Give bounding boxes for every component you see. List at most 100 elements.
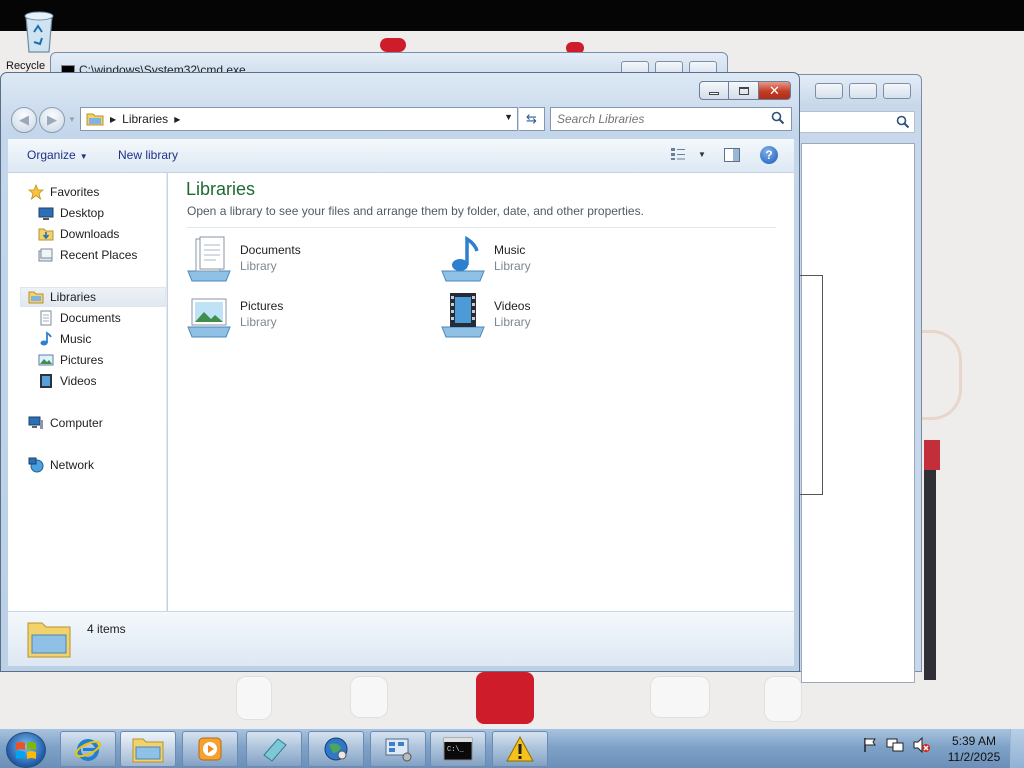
search-icon xyxy=(896,115,910,129)
close-icon: ✕ xyxy=(769,82,780,98)
help-button[interactable]: ? xyxy=(760,146,778,164)
maximize-button[interactable] xyxy=(729,81,759,100)
library-name: Documents xyxy=(240,243,301,257)
taskbar-windows-explorer[interactable] xyxy=(120,731,176,767)
videos-library-icon xyxy=(441,293,485,338)
breadcrumb-separator-icon[interactable]: ▶ xyxy=(110,115,116,124)
new-library-label: New library xyxy=(118,148,179,162)
recycle-bin-label: Recycle xyxy=(6,60,46,72)
nav-item-label: Desktop xyxy=(60,206,105,220)
forward-arrow-icon: ▶ xyxy=(47,112,57,127)
nav-item-videos[interactable]: Videos xyxy=(38,371,96,391)
preview-pane-button[interactable] xyxy=(724,148,740,162)
address-bar[interactable]: ▶ Libraries ▶ ▼ xyxy=(80,107,518,131)
libraries-folder-icon xyxy=(28,291,44,304)
refresh-button[interactable]: ⇆ xyxy=(519,107,545,131)
nav-item-desktop[interactable]: Desktop xyxy=(38,203,104,223)
taskbar-warning[interactable] xyxy=(492,731,548,767)
library-tile-music[interactable]: Music Library xyxy=(440,235,680,285)
system-tray xyxy=(862,737,930,753)
nav-favorites-label: Favorites xyxy=(50,185,100,199)
taskbar-notepad[interactable] xyxy=(246,731,302,767)
music-note-icon xyxy=(40,331,52,346)
nav-item-downloads[interactable]: Downloads xyxy=(38,224,119,244)
page-subtitle: Open a library to see your files and arr… xyxy=(187,204,644,218)
search-box[interactable] xyxy=(550,107,792,131)
notepad-icon xyxy=(263,738,287,762)
taskbar-media-player[interactable] xyxy=(182,731,238,767)
nav-item-recent-places[interactable]: Recent Places xyxy=(38,245,137,265)
breadcrumb-expand-icon[interactable]: ▶ xyxy=(174,115,180,124)
change-view-button[interactable]: ▼ xyxy=(670,147,706,161)
nav-item-label: Documents xyxy=(60,311,121,325)
nav-computer-label: Computer xyxy=(50,416,103,430)
minimize-button[interactable] xyxy=(699,81,729,100)
show-desktop-button[interactable] xyxy=(1010,729,1024,768)
search-icon xyxy=(771,111,785,125)
nav-libraries[interactable]: Libraries xyxy=(20,287,166,307)
volume-muted-icon[interactable] xyxy=(912,737,930,753)
search-input[interactable] xyxy=(557,109,767,129)
network-status-icon[interactable] xyxy=(886,737,904,753)
taskbar-control-panel[interactable] xyxy=(370,731,426,767)
page-title: Libraries xyxy=(186,179,256,199)
taskbar-command-prompt[interactable]: C:\_ xyxy=(430,731,486,767)
library-tile-pictures[interactable]: Pictures Library xyxy=(186,291,426,341)
item-count: 4 items xyxy=(87,622,126,636)
breadcrumb-libraries[interactable]: Libraries xyxy=(122,112,168,126)
content-pane: Libraries Open a library to see your fil… xyxy=(168,173,794,611)
library-tile-documents[interactable]: Documents Library xyxy=(186,235,426,285)
chevron-down-icon[interactable]: ▼ xyxy=(698,150,706,159)
nav-item-music[interactable]: Music xyxy=(38,329,91,349)
recent-pages-dropdown[interactable]: ▼ xyxy=(68,115,76,124)
nav-item-label: Pictures xyxy=(60,353,104,367)
windows-explorer-icon xyxy=(132,738,164,763)
documents-icon xyxy=(40,310,52,326)
back-button[interactable]: ◀ xyxy=(11,107,37,133)
bg-window-search-box[interactable] xyxy=(799,111,915,133)
navigation-bar: ◀ ▶ ▼ ▶ Libraries ▶ ▼ ⇆ xyxy=(9,105,793,135)
help-icon: ? xyxy=(765,148,773,162)
wallpaper-figure xyxy=(922,330,980,680)
new-library-button[interactable]: New library xyxy=(118,148,178,162)
libraries-folder-icon xyxy=(86,113,104,126)
warning-icon xyxy=(506,735,534,762)
close-button[interactable]: ✕ xyxy=(759,81,791,100)
organize-label: Organize xyxy=(27,148,76,162)
pictures-icon xyxy=(38,354,54,366)
wallpaper-figure xyxy=(764,676,802,722)
start-button[interactable] xyxy=(6,732,46,768)
nav-favorites[interactable]: Favorites xyxy=(28,182,99,202)
forward-button[interactable]: ▶ xyxy=(39,107,65,133)
library-tile-videos[interactable]: Videos Library xyxy=(440,291,680,341)
library-type: Library xyxy=(240,259,277,273)
library-type: Library xyxy=(240,315,277,329)
system-clock[interactable]: 5:39 AM 11/2/2025 xyxy=(944,733,1004,765)
address-history-dropdown[interactable]: ▼ xyxy=(504,112,513,122)
bg-window-close-button[interactable] xyxy=(883,83,911,99)
bg-window-minimize-button[interactable] xyxy=(815,83,843,99)
minimize-icon xyxy=(709,92,719,95)
recent-places-icon xyxy=(38,248,53,262)
nav-libraries-label: Libraries xyxy=(50,290,97,304)
music-library-icon xyxy=(441,235,485,282)
library-name: Videos xyxy=(494,299,531,313)
taskbar-internet-explorer[interactable] xyxy=(60,731,116,767)
nav-network[interactable]: Network xyxy=(28,455,94,475)
explorer-window[interactable]: ✕ ◀ ▶ ▼ ▶ Libraries ▶ ▼ ⇆ Organize▼ New … xyxy=(0,72,800,672)
nav-computer[interactable]: Computer xyxy=(28,413,103,433)
desktop-top-band xyxy=(0,0,1024,31)
library-type: Library xyxy=(494,259,531,273)
bg-window-frame xyxy=(799,275,823,495)
background-explorer-window[interactable] xyxy=(790,74,922,683)
bg-window-maximize-button[interactable] xyxy=(849,83,877,99)
nav-item-documents[interactable]: Documents xyxy=(38,308,121,328)
star-icon xyxy=(28,184,44,200)
taskbar-network-globe[interactable] xyxy=(308,731,364,767)
clock-time: 5:39 AM xyxy=(951,734,997,748)
nav-item-pictures[interactable]: Pictures xyxy=(38,350,103,370)
libraries-folder-icon xyxy=(27,622,71,658)
clock-date: 11/2/2025 xyxy=(947,750,1001,764)
action-center-flag-icon[interactable] xyxy=(862,737,878,753)
organize-menu-button[interactable]: Organize ▼ xyxy=(27,148,88,162)
